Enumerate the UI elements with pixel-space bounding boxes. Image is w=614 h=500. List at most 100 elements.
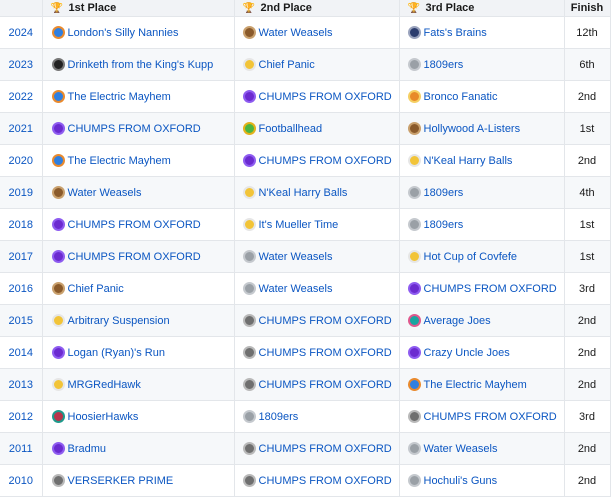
team-name-link[interactable]: Average Joes: [424, 315, 491, 327]
team-name-link[interactable]: Chief Panic: [259, 59, 315, 71]
team-entry[interactable]: 1809ers: [400, 58, 564, 71]
team-entry[interactable]: Footballhead: [235, 122, 399, 135]
team-name-link[interactable]: Hollywood A-Listers: [424, 123, 521, 135]
team-name-link[interactable]: N'Keal Harry Balls: [259, 187, 348, 199]
team-entry[interactable]: 1809ers: [400, 186, 564, 199]
team-entry[interactable]: Hot Cup of Covfefe: [400, 250, 564, 263]
team-name-link[interactable]: CHUMPS FROM OXFORD: [259, 315, 392, 327]
team-entry[interactable]: CHUMPS FROM OXFORD: [400, 282, 564, 295]
season-year-link[interactable]: 2022: [0, 80, 43, 113]
season-year-link[interactable]: 2016: [0, 272, 43, 305]
team-entry[interactable]: Crazy Uncle Joes: [400, 346, 564, 359]
team-entry[interactable]: CHUMPS FROM OXFORD: [235, 442, 399, 455]
team-name-link[interactable]: Bronco Fanatic: [424, 91, 498, 103]
team-entry[interactable]: CHUMPS FROM OXFORD: [235, 90, 399, 103]
team-entry[interactable]: CHUMPS FROM OXFORD: [235, 346, 399, 359]
team-entry[interactable]: Average Joes: [400, 314, 564, 327]
team-entry[interactable]: 1809ers: [235, 410, 399, 423]
team-entry[interactable]: CHUMPS FROM OXFORD: [235, 154, 399, 167]
team-entry[interactable]: London's Silly Nannies: [43, 26, 234, 39]
team-name-link[interactable]: Hochuli's Guns: [424, 475, 498, 487]
team-name-link[interactable]: London's Silly Nannies: [68, 27, 179, 39]
team-entry[interactable]: HoosierHawks: [43, 410, 234, 423]
team-name-link[interactable]: CHUMPS FROM OXFORD: [259, 155, 392, 167]
team-name-link[interactable]: The Electric Mayhem: [424, 379, 527, 391]
team-entry[interactable]: CHUMPS FROM OXFORD: [43, 218, 234, 231]
team-name-link[interactable]: CHUMPS FROM OXFORD: [424, 283, 557, 295]
team-name-link[interactable]: 1809ers: [424, 187, 464, 199]
team-entry[interactable]: Arbitrary Suspension: [43, 314, 234, 327]
team-name-link[interactable]: CHUMPS FROM OXFORD: [68, 251, 201, 263]
team-entry[interactable]: VERSERKER PRIME: [43, 474, 234, 487]
team-entry[interactable]: Logan (Ryan)'s Run: [43, 346, 234, 359]
team-name-link[interactable]: MRGRedHawk: [68, 379, 141, 391]
season-year-link[interactable]: 2024: [0, 16, 43, 49]
team-entry[interactable]: The Electric Mayhem: [400, 378, 564, 391]
team-name-link[interactable]: Logan (Ryan)'s Run: [68, 347, 166, 359]
season-year-link[interactable]: 2017: [0, 240, 43, 273]
team-entry[interactable]: Chief Panic: [235, 58, 399, 71]
team-entry[interactable]: Bradmu: [43, 442, 234, 455]
team-entry[interactable]: 1809ers: [400, 218, 564, 231]
team-entry[interactable]: It's Mueller Time: [235, 218, 399, 231]
team-name-link[interactable]: HoosierHawks: [68, 411, 139, 423]
season-year-link[interactable]: 2021: [0, 112, 43, 145]
team-entry[interactable]: Water Weasels: [235, 26, 399, 39]
team-entry[interactable]: CHUMPS FROM OXFORD: [235, 474, 399, 487]
season-year-link[interactable]: 2010: [0, 464, 43, 497]
season-year-link[interactable]: 2012: [0, 400, 43, 433]
season-year-link[interactable]: 2018: [0, 208, 43, 241]
season-year-link[interactable]: 2019: [0, 176, 43, 209]
team-entry[interactable]: Water Weasels: [235, 250, 399, 263]
team-name-link[interactable]: Chief Panic: [68, 283, 124, 295]
team-name-link[interactable]: VERSERKER PRIME: [68, 475, 174, 487]
team-name-link[interactable]: It's Mueller Time: [259, 219, 339, 231]
team-name-link[interactable]: Water Weasels: [259, 283, 333, 295]
team-entry[interactable]: Water Weasels: [400, 442, 564, 455]
season-year-link[interactable]: 2011: [0, 432, 43, 465]
team-name-link[interactable]: Fats's Brains: [424, 27, 487, 39]
season-year-link[interactable]: 2020: [0, 144, 43, 177]
team-name-link[interactable]: CHUMPS FROM OXFORD: [259, 347, 392, 359]
team-name-link[interactable]: 1809ers: [424, 219, 464, 231]
team-name-link[interactable]: 1809ers: [424, 59, 464, 71]
team-name-link[interactable]: Arbitrary Suspension: [68, 315, 170, 327]
team-entry[interactable]: Hollywood A-Listers: [400, 122, 564, 135]
team-entry[interactable]: CHUMPS FROM OXFORD: [235, 378, 399, 391]
team-name-link[interactable]: Water Weasels: [424, 443, 498, 455]
team-entry[interactable]: Fats's Brains: [400, 26, 564, 39]
team-name-link[interactable]: Water Weasels: [259, 251, 333, 263]
team-entry[interactable]: Water Weasels: [235, 282, 399, 295]
team-entry[interactable]: Hochuli's Guns: [400, 474, 564, 487]
team-name-link[interactable]: CHUMPS FROM OXFORD: [259, 475, 392, 487]
team-entry[interactable]: Water Weasels: [43, 186, 234, 199]
team-name-link[interactable]: Water Weasels: [259, 27, 333, 39]
team-name-link[interactable]: CHUMPS FROM OXFORD: [259, 379, 392, 391]
team-name-link[interactable]: N'Keal Harry Balls: [424, 155, 513, 167]
team-name-link[interactable]: Bradmu: [68, 443, 107, 455]
team-entry[interactable]: CHUMPS FROM OXFORD: [43, 122, 234, 135]
team-name-link[interactable]: CHUMPS FROM OXFORD: [68, 219, 201, 231]
season-year-link[interactable]: 2015: [0, 304, 43, 337]
team-entry[interactable]: The Electric Mayhem: [43, 90, 234, 103]
team-entry[interactable]: CHUMPS FROM OXFORD: [43, 250, 234, 263]
season-year-link[interactable]: 2013: [0, 368, 43, 401]
team-entry[interactable]: CHUMPS FROM OXFORD: [400, 410, 564, 423]
team-name-link[interactable]: Hot Cup of Covfefe: [424, 251, 518, 263]
team-name-link[interactable]: Drinketh from the King's Kupp: [68, 59, 214, 71]
season-year-link[interactable]: 2023: [0, 48, 43, 81]
team-entry[interactable]: N'Keal Harry Balls: [400, 154, 564, 167]
team-entry[interactable]: Drinketh from the King's Kupp: [43, 58, 234, 71]
team-name-link[interactable]: 1809ers: [259, 411, 299, 423]
team-name-link[interactable]: CHUMPS FROM OXFORD: [424, 411, 557, 423]
team-entry[interactable]: The Electric Mayhem: [43, 154, 234, 167]
team-name-link[interactable]: Crazy Uncle Joes: [424, 347, 510, 359]
team-entry[interactable]: CHUMPS FROM OXFORD: [235, 314, 399, 327]
team-entry[interactable]: Chief Panic: [43, 282, 234, 295]
team-entry[interactable]: Bronco Fanatic: [400, 90, 564, 103]
team-entry[interactable]: N'Keal Harry Balls: [235, 186, 399, 199]
team-name-link[interactable]: Water Weasels: [68, 187, 142, 199]
team-name-link[interactable]: CHUMPS FROM OXFORD: [68, 123, 201, 135]
team-name-link[interactable]: CHUMPS FROM OXFORD: [259, 443, 392, 455]
team-name-link[interactable]: The Electric Mayhem: [68, 155, 171, 167]
